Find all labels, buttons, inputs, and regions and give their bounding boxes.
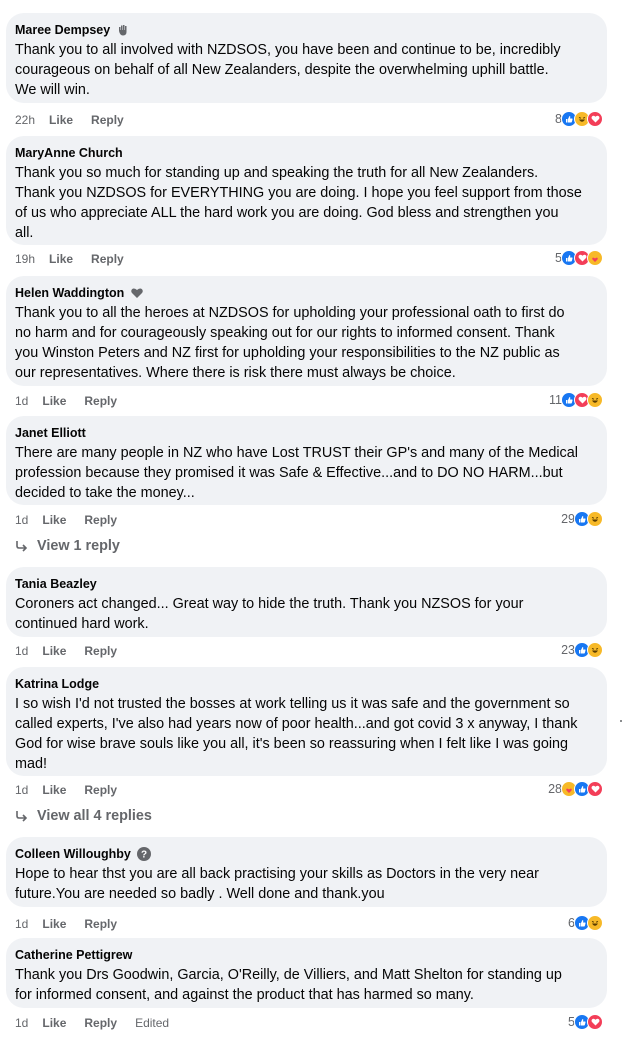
- like-button[interactable]: Like: [49, 252, 73, 266]
- comment-author: Katrina Lodge: [15, 677, 99, 691]
- like-button[interactable]: Like: [42, 644, 66, 658]
- question-badge-icon: ?: [136, 847, 151, 861]
- reply-button[interactable]: Reply: [91, 252, 124, 266]
- reactions-summary[interactable]: 11: [549, 392, 603, 408]
- comment-text: I so wish I'd not trusted the bosses at …: [15, 696, 578, 772]
- timestamp[interactable]: 1d: [15, 513, 28, 527]
- reactions-summary[interactable]: 29: [561, 511, 603, 527]
- comment-text: Coroners act changed... Great way to hid…: [15, 596, 524, 632]
- timestamp[interactable]: 1d: [15, 644, 28, 658]
- comment-bubble: Colleen Willoughby ? Hope to hear thst y…: [6, 837, 607, 907]
- comment-author: MaryAnne Church: [15, 146, 123, 160]
- comment-bubble: Helen Waddington Thank you to all the he…: [6, 276, 607, 386]
- comment-text: Thank you to all involved with NZDSOS, y…: [15, 42, 561, 98]
- reply-button[interactable]: Reply: [84, 1016, 117, 1030]
- reply-button[interactable]: Reply: [84, 644, 117, 658]
- heart-badge-icon: [130, 286, 144, 300]
- author-name[interactable]: Catherine Pettigrew: [15, 948, 132, 962]
- care-reaction-icon: [587, 250, 603, 266]
- author-name[interactable]: MaryAnne Church: [15, 146, 123, 160]
- comment-actions: 1d Like Reply: [15, 917, 135, 931]
- view-replies-link[interactable]: View all 4 replies: [15, 808, 152, 824]
- reactions-summary[interactable]: 5: [568, 1014, 603, 1030]
- reactions-summary[interactable]: 28: [548, 781, 603, 797]
- author-name[interactable]: Tania Beazley: [15, 577, 97, 591]
- like-button[interactable]: Like: [42, 783, 66, 797]
- view-replies-label: View all 4 replies: [37, 808, 152, 824]
- svg-text:?: ?: [141, 850, 147, 861]
- scroll-indicator-dot: [620, 720, 622, 722]
- reply-button[interactable]: Reply: [84, 513, 117, 527]
- reply-arrow-icon: [16, 541, 28, 552]
- like-button[interactable]: Like: [42, 1016, 66, 1030]
- comment-text: Hope to hear thst you are all back pract…: [15, 866, 539, 902]
- comment-text: There are many people in NZ who have Los…: [15, 445, 578, 501]
- timestamp[interactable]: 1d: [15, 783, 28, 797]
- like-button[interactable]: Like: [49, 113, 73, 127]
- reaction-count: 28: [548, 782, 562, 796]
- author-name[interactable]: Maree Dempsey: [15, 23, 110, 37]
- reactions-summary[interactable]: 6: [568, 915, 603, 931]
- timestamp[interactable]: 22h: [15, 113, 35, 127]
- like-button[interactable]: Like: [42, 394, 66, 408]
- reply-button[interactable]: Reply: [84, 917, 117, 931]
- comment-actions: 1d Like Reply: [15, 644, 135, 658]
- hand-badge-icon: [116, 23, 130, 37]
- like-button[interactable]: Like: [42, 917, 66, 931]
- comment-bubble: Catherine Pettigrew Thank you Drs Goodwi…: [6, 938, 607, 1008]
- view-replies-label: View 1 reply: [37, 538, 120, 554]
- comment-author: Catherine Pettigrew: [15, 948, 132, 962]
- reaction-count: 23: [561, 643, 575, 657]
- comment-text: Thank you Drs Goodwin, Garcia, O'Reilly,…: [15, 967, 562, 1003]
- comment-author: Tania Beazley: [15, 577, 97, 591]
- author-name[interactable]: Helen Waddington: [15, 286, 124, 300]
- edited-label: Edited: [135, 1016, 170, 1030]
- comment-bubble: Tania Beazley Coroners act changed... Gr…: [6, 567, 607, 637]
- haha-reaction-icon: [587, 642, 603, 658]
- timestamp[interactable]: 19h: [15, 252, 35, 266]
- comment-author: Janet Elliott: [15, 426, 86, 440]
- love-reaction-icon: [587, 1014, 603, 1030]
- haha-reaction-icon: [587, 915, 603, 931]
- comment-author: Helen Waddington: [15, 286, 144, 300]
- comment-bubble: Katrina Lodge I so wish I'd not trusted …: [6, 667, 607, 776]
- comment-bubble: Maree Dempsey Thank you to all involved …: [6, 13, 607, 103]
- view-replies-link[interactable]: View 1 reply: [15, 538, 120, 554]
- author-name[interactable]: Colleen Willoughby: [15, 847, 131, 861]
- reactions-summary[interactable]: 23: [561, 642, 603, 658]
- comment-bubble: MaryAnne Church Thank you so much for st…: [6, 136, 607, 245]
- comment-actions: 1d Like Reply: [15, 513, 135, 527]
- haha-reaction-icon: [587, 392, 603, 408]
- comment-actions: 1d Like Reply Edited: [15, 1016, 169, 1030]
- reaction-count: 29: [561, 512, 575, 526]
- reactions-summary[interactable]: 5: [555, 250, 603, 266]
- comment-text: Thank you so much for standing up and sp…: [15, 165, 582, 241]
- timestamp[interactable]: 1d: [15, 1016, 28, 1030]
- reply-button[interactable]: Reply: [91, 113, 124, 127]
- comment-bubble: Janet Elliott There are many people in N…: [6, 416, 607, 505]
- author-name[interactable]: Janet Elliott: [15, 426, 86, 440]
- like-button[interactable]: Like: [42, 513, 66, 527]
- timestamp[interactable]: 1d: [15, 917, 28, 931]
- reply-button[interactable]: Reply: [84, 783, 117, 797]
- comment-actions: 19h Like Reply: [15, 252, 142, 266]
- haha-reaction-icon: [587, 511, 603, 527]
- comment-text: Thank you to all the heroes at NZDSOS fo…: [15, 305, 565, 381]
- comment-author: Colleen Willoughby ?: [15, 847, 151, 861]
- timestamp[interactable]: 1d: [15, 394, 28, 408]
- love-reaction-icon: [587, 111, 603, 127]
- love-reaction-icon: [587, 781, 603, 797]
- comment-actions: 1d Like Reply: [15, 394, 135, 408]
- reply-arrow-icon: [16, 811, 28, 822]
- comment-actions: 1d Like Reply: [15, 783, 135, 797]
- reply-button[interactable]: Reply: [84, 394, 117, 408]
- comment-author: Maree Dempsey: [15, 23, 130, 37]
- comment-actions: 22h Like Reply: [15, 113, 142, 127]
- reactions-summary[interactable]: 8: [555, 111, 603, 127]
- author-name[interactable]: Katrina Lodge: [15, 677, 99, 691]
